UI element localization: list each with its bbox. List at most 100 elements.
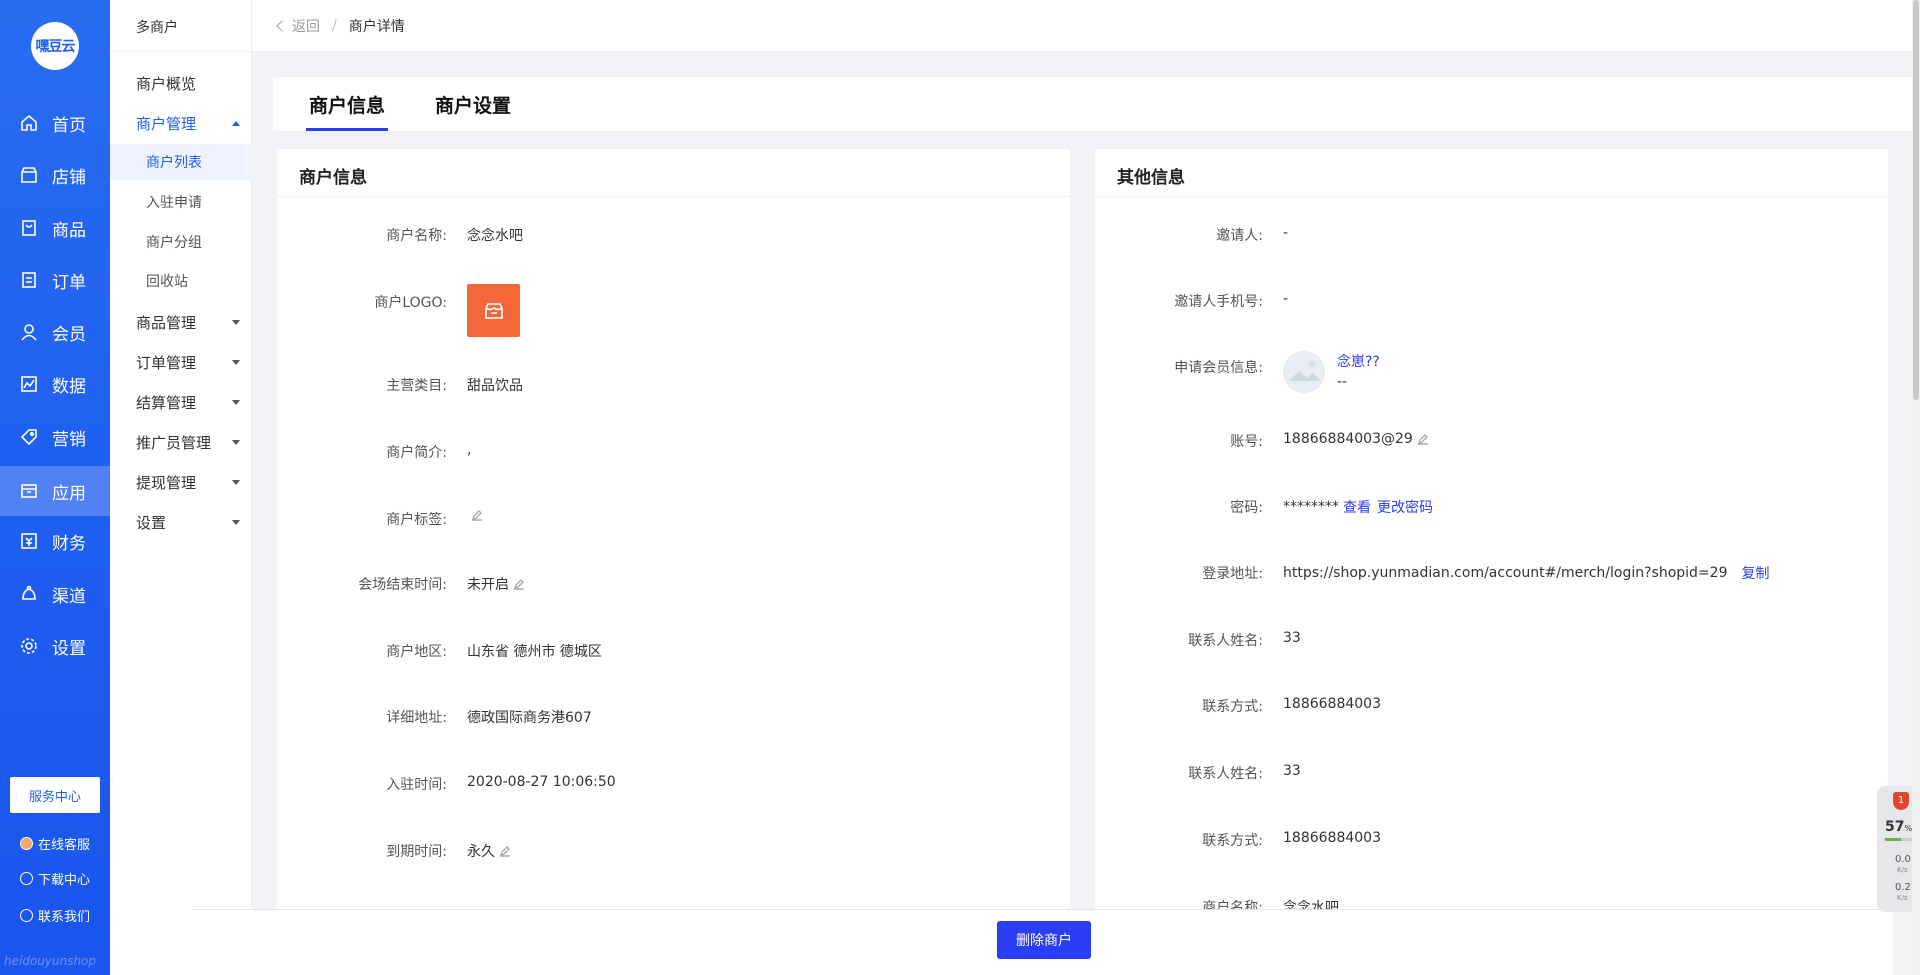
edit-icon[interactable] bbox=[499, 845, 511, 857]
member-name-link[interactable]: 念崽?? bbox=[1337, 352, 1380, 372]
field-region: 商户地区: 山东省 德州市 德城区 bbox=[277, 641, 1070, 661]
field-value bbox=[467, 284, 520, 337]
field-value: - bbox=[1283, 225, 1289, 241]
goods-icon bbox=[20, 219, 38, 237]
user-icon bbox=[20, 323, 38, 341]
caret-down-icon bbox=[232, 320, 240, 325]
tab-merchant-settings[interactable]: 商户设置 bbox=[435, 77, 511, 131]
field-label: 登录地址: bbox=[1202, 566, 1263, 582]
nav-item-settings[interactable]: 设置 bbox=[0, 623, 110, 669]
copy-link[interactable]: 复制 bbox=[1741, 563, 1769, 583]
field-value: 未开启 bbox=[467, 574, 525, 594]
chart-icon bbox=[20, 375, 38, 393]
field-label: 邀请人手机号: bbox=[1174, 294, 1263, 310]
brand-logo[interactable]: 嘿豆云 bbox=[31, 22, 79, 70]
caret-down-icon bbox=[232, 520, 240, 525]
nav-item-channel[interactable]: 渠道 bbox=[0, 571, 110, 617]
field-address: 详细地址: 德政国际商务港607 bbox=[277, 707, 1070, 727]
field-value: 18866884003@29 bbox=[1283, 431, 1429, 447]
subnav-child-groups[interactable]: 商户分组 bbox=[110, 224, 252, 260]
subnav-overview[interactable]: 商户概览 bbox=[136, 73, 240, 94]
nav-item-marketing[interactable]: 营销 bbox=[0, 414, 110, 460]
sub-sidebar: 多商户 商户概览 商户管理 商户列表 入驻申请 商户分组 回收站 商品管理 订单… bbox=[110, 0, 252, 975]
order-icon bbox=[20, 271, 38, 289]
password-value: ******** bbox=[1283, 499, 1339, 515]
nav-item-finance[interactable]: 财务 bbox=[0, 518, 110, 564]
finance-icon bbox=[20, 532, 38, 550]
field-inviter-phone: 邀请人手机号: - bbox=[1095, 291, 1888, 311]
field-value: ******** 查看 更改密码 bbox=[1283, 497, 1433, 517]
download-center-link[interactable]: 下载中心 bbox=[20, 869, 90, 888]
back-button[interactable]: 返回 bbox=[276, 16, 320, 36]
store-icon bbox=[20, 166, 38, 184]
subnav-child-merchant-list[interactable]: 商户列表 bbox=[110, 144, 252, 180]
field-label: 邀请人: bbox=[1216, 228, 1263, 244]
field-value: 2020-08-27 10:06:50 bbox=[467, 774, 616, 790]
field-label: 商户标签: bbox=[386, 512, 447, 528]
contact-us-link[interactable]: 联系我们 bbox=[20, 906, 90, 925]
watermark: heidouyunshop bbox=[4, 954, 97, 968]
field-value: 甜品饮品 bbox=[467, 378, 523, 394]
subnav-goods-manage[interactable]: 商品管理 bbox=[136, 312, 240, 333]
nav-label: 营销 bbox=[52, 429, 86, 450]
field-category: 主营类目: 甜品饮品 bbox=[277, 375, 1070, 395]
subnav-group-label: 设置 bbox=[136, 514, 167, 532]
field-contact-method-2: 联系方式: 18866884003 bbox=[1095, 830, 1888, 850]
nav-item-app[interactable]: 应用 bbox=[0, 466, 110, 516]
image-placeholder-icon bbox=[1283, 351, 1325, 393]
breadcrumb-current: 商户详情 bbox=[348, 18, 405, 35]
download-speed: 0.2 bbox=[1895, 882, 1911, 893]
subnav-promoter-manage[interactable]: 推广员管理 bbox=[136, 432, 240, 453]
field-label: 联系方式: bbox=[1202, 699, 1263, 715]
edit-icon[interactable] bbox=[471, 509, 483, 521]
merchant-logo-image[interactable] bbox=[467, 284, 520, 337]
account-value: 18866884003@29 bbox=[1283, 431, 1413, 447]
nav-label: 应用 bbox=[52, 483, 86, 504]
chevron-left-icon bbox=[276, 19, 288, 32]
service-center-button[interactable]: 服务中心 bbox=[10, 777, 100, 813]
online-service-link[interactable]: 在线客服 bbox=[20, 834, 90, 853]
edit-icon[interactable] bbox=[513, 578, 525, 590]
field-contact-method: 联系方式: 18866884003 bbox=[1095, 696, 1888, 716]
field-label: 账号: bbox=[1230, 434, 1263, 450]
subnav-group-label: 推广员管理 bbox=[136, 434, 212, 452]
nav-label: 财务 bbox=[52, 533, 86, 554]
subnav-child-recycle-bin[interactable]: 回收站 bbox=[110, 263, 252, 299]
field-label: 会场结束时间: bbox=[358, 577, 447, 593]
field-password: 密码: ******** 查看 更改密码 bbox=[1095, 497, 1888, 517]
field-label: 详细地址: bbox=[386, 710, 447, 726]
card-title: 商户信息 bbox=[299, 168, 367, 188]
view-password-link[interactable]: 查看 bbox=[1343, 497, 1371, 517]
delete-merchant-button[interactable]: 删除商户 bbox=[997, 921, 1091, 959]
subnav-group-label: 结算管理 bbox=[136, 394, 197, 412]
tab-merchant-info[interactable]: 商户信息 bbox=[305, 77, 389, 131]
field-value: - bbox=[1283, 291, 1289, 307]
field-inviter: 邀请人: - bbox=[1095, 225, 1888, 245]
subnav-settlement-manage[interactable]: 结算管理 bbox=[136, 392, 240, 413]
end-time-value: 未开启 bbox=[467, 577, 509, 593]
subnav-withdraw-manage[interactable]: 提现管理 bbox=[136, 472, 240, 493]
breadcrumb-separator: / bbox=[332, 17, 337, 34]
subnav-settings[interactable]: 设置 bbox=[136, 512, 240, 533]
nav-item-goods[interactable]: 商品 bbox=[0, 205, 110, 251]
subnav-merchant-manage[interactable]: 商户管理 bbox=[136, 113, 240, 134]
app-icon bbox=[20, 482, 38, 500]
field-value: https://shop.yunmadian.com/account#/merc… bbox=[1283, 563, 1769, 583]
scrollbar-thumb[interactable] bbox=[1913, 0, 1919, 400]
subnav-child-applications[interactable]: 入驻申请 bbox=[110, 184, 252, 220]
field-contact-name: 联系人姓名: 33 bbox=[1095, 630, 1888, 650]
nav-item-store[interactable]: 店铺 bbox=[0, 152, 110, 198]
change-password-link[interactable]: 更改密码 bbox=[1377, 497, 1433, 517]
subnav-overview-label: 商户概览 bbox=[136, 75, 197, 93]
nav-label: 商品 bbox=[52, 220, 86, 241]
chat-icon bbox=[20, 837, 33, 850]
field-value: 念崽?? -- bbox=[1283, 351, 1380, 393]
online-service-label: 在线客服 bbox=[38, 838, 91, 853]
edit-icon[interactable] bbox=[1417, 433, 1429, 445]
nav-item-data[interactable]: 数据 bbox=[0, 361, 110, 407]
channel-icon bbox=[20, 585, 38, 603]
nav-item-home[interactable]: 首页 bbox=[0, 100, 110, 146]
nav-item-member[interactable]: 会员 bbox=[0, 309, 110, 355]
subnav-order-manage[interactable]: 订单管理 bbox=[136, 352, 240, 373]
nav-item-order[interactable]: 订单 bbox=[0, 257, 110, 303]
